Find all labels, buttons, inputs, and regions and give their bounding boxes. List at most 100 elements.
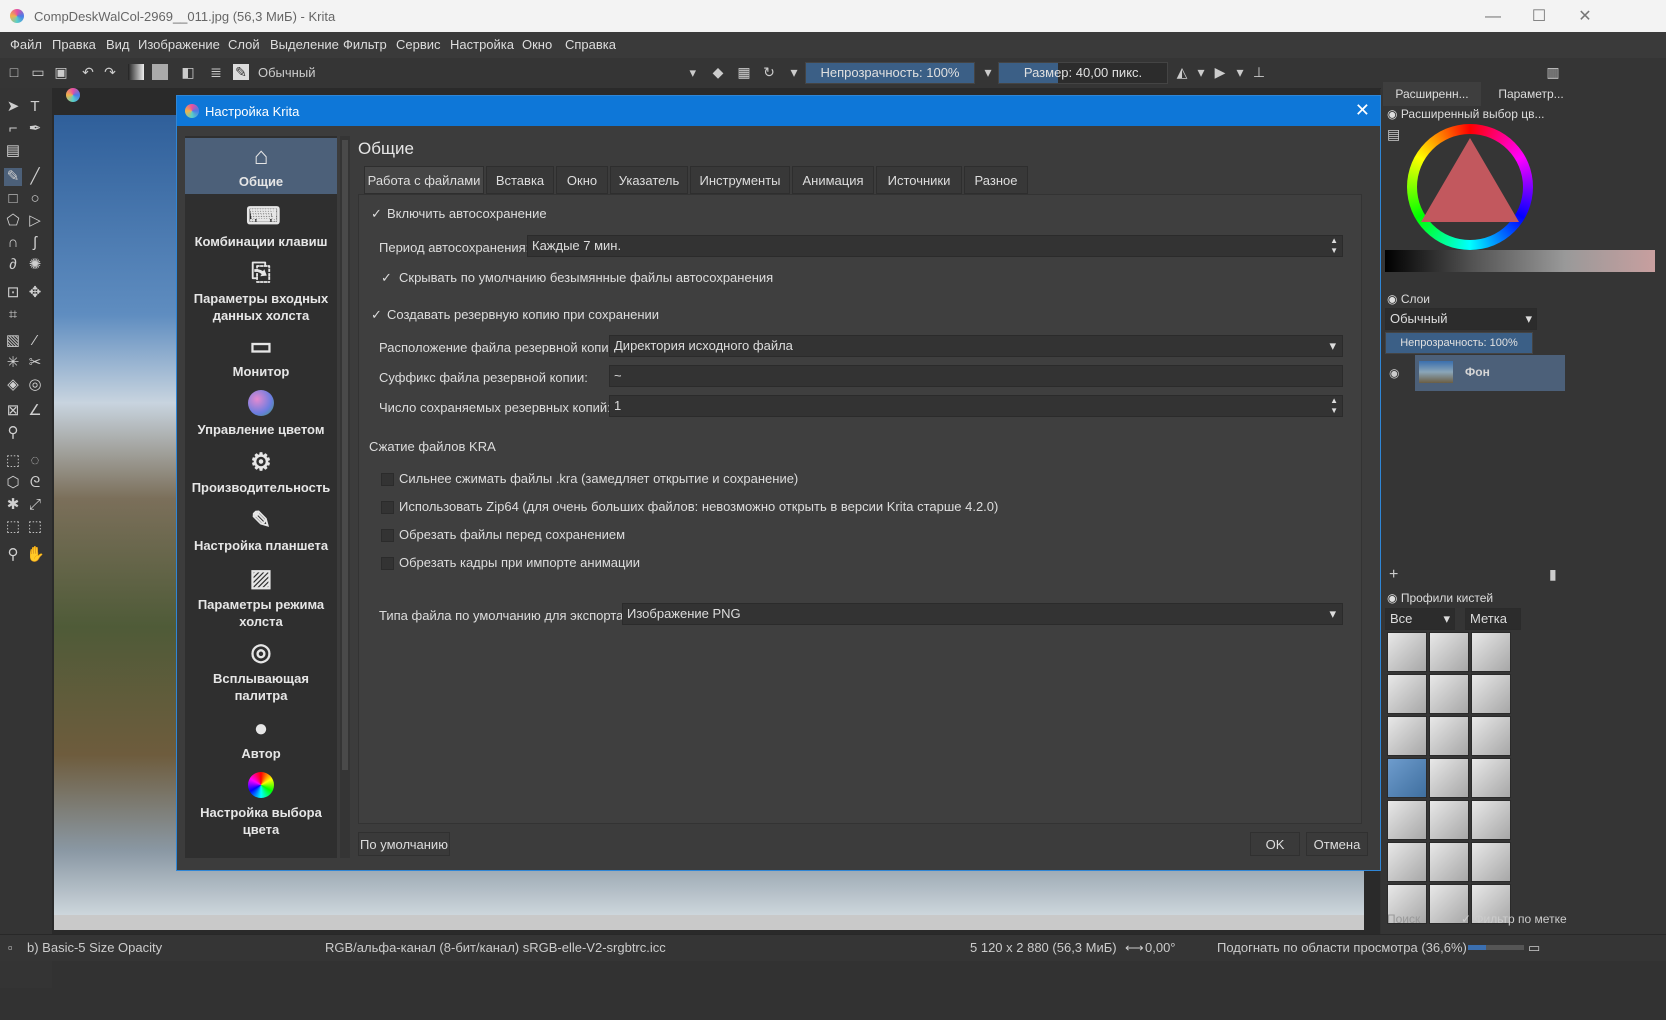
menu-filter[interactable]: Фильтр — [343, 37, 387, 52]
opacity-slider[interactable]: Непрозрачность: 100% — [805, 62, 975, 84]
brush-preset-thumbnail[interactable] — [1471, 674, 1511, 714]
fill-tool-icon[interactable]: ◈ — [4, 376, 22, 394]
create-backup-checkbox[interactable]: ✓ — [371, 308, 384, 321]
tab-advanced-color[interactable]: Расширенн... — [1383, 82, 1481, 106]
menu-file[interactable]: Файл — [10, 37, 42, 52]
chevron-down-icon[interactable]: ▾ — [980, 64, 996, 80]
chevron-down-icon[interactable]: ▾ — [1193, 64, 1209, 80]
measure-tool-icon[interactable]: ∠ — [26, 402, 44, 420]
wrap-around-icon[interactable]: ⊥ — [1251, 64, 1267, 80]
similar-select-icon[interactable]: ⤢ — [26, 496, 44, 514]
menu-edit[interactable]: Правка — [52, 37, 96, 52]
brush-preset-thumbnail[interactable] — [1471, 800, 1511, 840]
brush-preset-thumbnail[interactable] — [1429, 716, 1469, 756]
brush-preset-icon[interactable]: ✎ — [233, 64, 249, 80]
layer-blend-mode-select[interactable]: Обычный ▾ — [1385, 308, 1537, 330]
menu-settings[interactable]: Настройка — [450, 37, 514, 52]
settings-list-icon[interactable]: ▤ — [1387, 126, 1400, 143]
brush-tag-select[interactable]: Метка — [1465, 608, 1521, 630]
trim-files-checkbox[interactable] — [381, 529, 394, 542]
bezier-select-icon[interactable]: ⬚ — [4, 518, 22, 536]
ellipse-tool-icon[interactable]: ○ — [26, 190, 44, 208]
rectangle-tool-icon[interactable]: □ — [4, 190, 22, 208]
backup-count-spinbox[interactable]: 1 ▲ ▼ — [609, 395, 1343, 417]
workspace-icon[interactable]: ▥ — [1545, 64, 1561, 80]
smart-patch-icon[interactable]: ✂ — [26, 354, 44, 372]
brush-preset-thumbnail[interactable] — [1387, 674, 1427, 714]
dialog-close-button[interactable]: ✕ — [1355, 100, 1370, 121]
reference-icon[interactable]: ▤ — [4, 142, 22, 160]
undo-icon[interactable]: ↶ — [80, 64, 96, 80]
save-icon[interactable]: ▣ — [53, 64, 69, 80]
brush-preset-thumbnail[interactable] — [1429, 800, 1469, 840]
cancel-button[interactable]: Отмена — [1306, 832, 1368, 856]
sidebar-item-canvas-input[interactable]: ⎘ Параметры входных данных холста — [185, 258, 337, 324]
edit-shapes-icon[interactable]: ⌐ — [4, 120, 22, 138]
tab-animation[interactable]: Анимация — [792, 166, 874, 194]
freehand-path-icon[interactable]: ʃ — [26, 234, 44, 252]
sidebar-item-color-selector[interactable]: Настройка выбора цвета — [185, 772, 337, 838]
brush-preset-thumbnail[interactable] — [1471, 758, 1511, 798]
sidebar-item-general[interactable]: ⌂ Общие — [185, 138, 337, 194]
brush-preset-thumbnail[interactable] — [1387, 632, 1427, 672]
brush-preset-thumbnail[interactable] — [1471, 842, 1511, 882]
menu-tools[interactable]: Сервис — [396, 37, 441, 52]
size-slider[interactable]: Размер: 40,00 пикс. — [998, 62, 1168, 84]
sidebar-item-canvas-mode[interactable]: ▨ Параметры режима холста — [185, 564, 337, 630]
brush-preset-thumbnail[interactable] — [1387, 800, 1427, 840]
rect-select-icon[interactable]: ⬚ — [4, 452, 22, 470]
ellipse-select-icon[interactable]: ◌ — [26, 452, 44, 470]
move-tool-icon[interactable]: ✥ — [26, 284, 44, 302]
backup-location-select[interactable]: Директория исходного файла ▾ — [609, 335, 1343, 357]
menu-window[interactable]: Окно — [522, 37, 552, 52]
color-picker-icon[interactable]: ⁄ — [26, 332, 44, 350]
sidebar-item-monitor[interactable]: ▭ Монитор — [185, 332, 337, 379]
gradient-tool-icon[interactable]: ▧ — [4, 332, 22, 350]
brush-filter-select[interactable]: Все ▾ — [1385, 608, 1455, 630]
sidebar-item-shortcuts[interactable]: ⌨ Комбинации клавиш — [185, 202, 337, 249]
polyline-tool-icon[interactable]: ▷ — [26, 212, 44, 230]
enclose-fill-icon[interactable]: ◎ — [26, 376, 44, 394]
restore-defaults-button[interactable]: По умолчанию — [358, 832, 450, 856]
blend-mode-select[interactable]: Обычный ▾ — [252, 62, 700, 84]
pan-tool-icon[interactable]: ✋ — [26, 546, 45, 564]
color-shade-bar[interactable] — [1385, 250, 1655, 272]
brush-preset-thumbnail[interactable] — [1387, 842, 1427, 882]
new-document-icon[interactable]: □ — [6, 64, 22, 80]
filter-by-tag-checkbox[interactable]: ✓ Фильтр по метке — [1461, 912, 1567, 926]
brush-preset-thumbnail[interactable] — [1471, 632, 1511, 672]
redo-icon[interactable]: ↷ — [102, 64, 118, 80]
menu-image[interactable]: Изображение — [138, 37, 220, 52]
gradient-icon[interactable] — [128, 64, 144, 80]
sidebar-item-performance[interactable]: ⚙ Производительность — [185, 448, 337, 495]
fg-bg-color-icon[interactable]: ◧ — [180, 64, 196, 80]
color-wheel[interactable] — [1407, 124, 1533, 250]
export-type-select[interactable]: Изображение PNG ▾ — [622, 603, 1343, 625]
tab-resources[interactable]: Источники — [876, 166, 962, 194]
pattern-icon[interactable] — [152, 64, 168, 80]
fullscreen-icon[interactable]: ▭ — [1528, 940, 1540, 956]
brush-preset-thumbnail[interactable] — [1429, 674, 1469, 714]
crop-tool-icon[interactable]: ⌗ — [4, 306, 22, 324]
tab-tools[interactable]: Инструменты — [690, 166, 790, 194]
hide-unnamed-autosave-checkbox[interactable]: ✓ — [381, 271, 394, 284]
trim-frames-checkbox[interactable] — [381, 557, 394, 570]
backup-suffix-input[interactable]: ~ — [609, 365, 1343, 387]
brush-search-input[interactable]: Поиск — [1387, 912, 1420, 926]
zoom-slider[interactable] — [1468, 945, 1524, 950]
autosave-checkbox[interactable]: ✓ — [371, 207, 384, 220]
select-shapes-icon[interactable]: ➤ — [4, 98, 22, 116]
line-tool-icon[interactable]: ╱ — [26, 168, 44, 186]
pan-pin-icon[interactable]: ⚲ — [4, 424, 22, 442]
layer-opacity-slider[interactable]: Непрозрачность: 100% — [1385, 332, 1533, 354]
delete-layer-icon[interactable]: ▮ — [1549, 566, 1557, 583]
freehand-select-icon[interactable]: ᘓ — [26, 474, 44, 492]
polygon-select-icon[interactable]: ⬡ — [4, 474, 22, 492]
close-window-button[interactable]: ✕ — [1562, 6, 1608, 28]
transform-tool-icon[interactable]: ⊡ — [4, 284, 22, 302]
magnetic-select-icon[interactable]: ⬚ — [26, 518, 44, 536]
menu-select[interactable]: Выделение — [270, 37, 339, 52]
layer-item[interactable]: Фон — [1415, 355, 1565, 391]
brush-preset-thumbnail[interactable] — [1387, 716, 1427, 756]
brush-preset-thumbnail[interactable] — [1429, 842, 1469, 882]
